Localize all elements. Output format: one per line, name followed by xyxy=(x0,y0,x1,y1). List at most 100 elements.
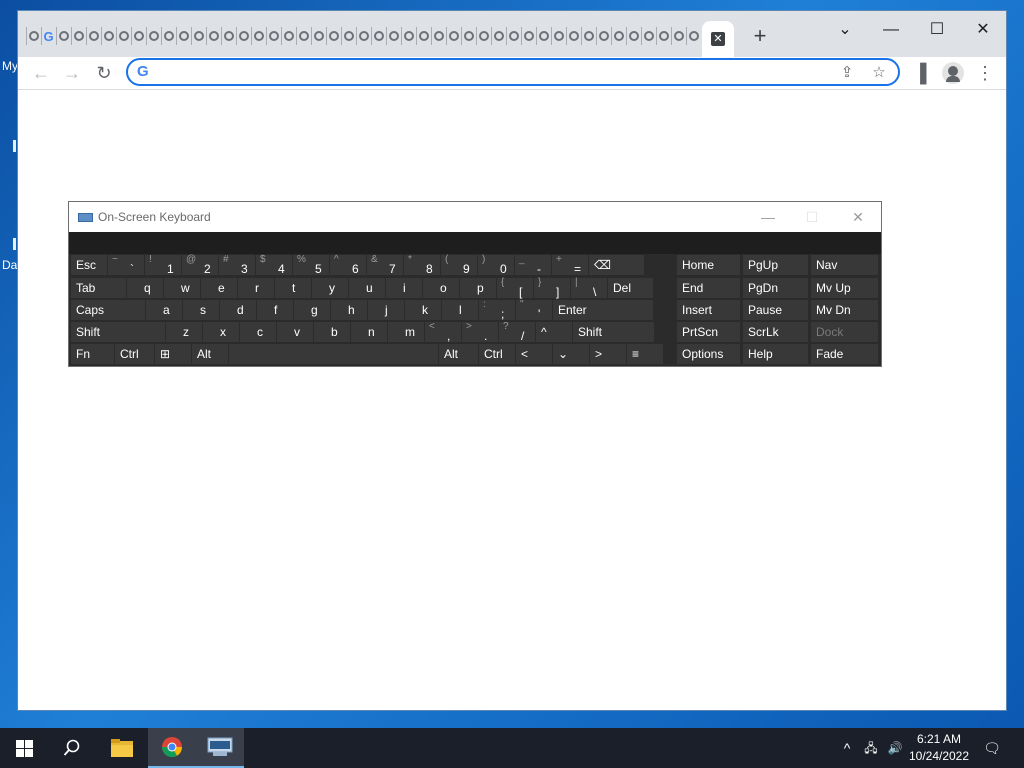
share-icon[interactable]: ⇪ xyxy=(836,63,858,83)
tab[interactable] xyxy=(326,27,340,45)
key-enter[interactable]: Enter xyxy=(553,300,653,320)
taskbar-chrome[interactable] xyxy=(148,728,196,768)
key-j[interactable]: j xyxy=(368,300,404,320)
key-tab[interactable]: Tab xyxy=(71,278,126,298)
key-v[interactable]: v xyxy=(277,322,313,342)
tab[interactable] xyxy=(221,27,235,45)
key-fn[interactable]: Fn xyxy=(71,344,114,364)
key-n[interactable]: n xyxy=(351,322,387,342)
key-5[interactable]: % 5 xyxy=(293,254,329,276)
key-,[interactable]: <, xyxy=(425,321,461,343)
key-del[interactable]: Del xyxy=(608,278,653,298)
key-prtscn[interactable]: PrtScn xyxy=(677,322,740,342)
profile-avatar[interactable] xyxy=(942,62,964,84)
network-icon[interactable]: 🖧 xyxy=(860,728,882,768)
key-6[interactable]: ^ 6 xyxy=(330,254,366,276)
tab[interactable] xyxy=(236,27,250,45)
tab[interactable] xyxy=(581,27,595,45)
bookmark-star-icon[interactable]: ☆ xyxy=(868,63,890,83)
key-space[interactable] xyxy=(229,344,438,364)
key-;[interactable]: :; xyxy=(479,299,515,321)
tab[interactable] xyxy=(566,27,580,45)
key-1[interactable]: ! 1 xyxy=(145,254,181,276)
key-t[interactable]: t xyxy=(275,278,311,298)
tab[interactable] xyxy=(641,27,655,45)
taskbar-on-screen-keyboard[interactable] xyxy=(196,728,244,768)
tab[interactable] xyxy=(356,27,370,45)
key-<[interactable]: < xyxy=(516,344,552,364)
key-\[interactable]: | \ xyxy=(571,277,607,299)
key-2[interactable]: @2 xyxy=(182,254,218,276)
key-ctrl[interactable]: Ctrl xyxy=(115,344,154,364)
tab[interactable] xyxy=(431,27,445,45)
tab[interactable] xyxy=(131,27,145,45)
key-r[interactable]: r xyxy=(238,278,274,298)
key-w[interactable]: w xyxy=(164,278,200,298)
menu-icon[interactable]: ⋮ xyxy=(971,61,999,85)
tray-chevron-icon[interactable]: ^ xyxy=(838,728,856,768)
key-i[interactable]: i xyxy=(386,278,422,298)
key-q[interactable]: q xyxy=(127,278,163,298)
reload-button[interactable]: ↻ xyxy=(90,61,118,85)
key-b[interactable]: b xyxy=(314,322,350,342)
key-dock[interactable]: Dock xyxy=(811,322,878,342)
key-mv-up[interactable]: Mv Up xyxy=(811,278,878,298)
tab[interactable] xyxy=(506,27,520,45)
tab[interactable] xyxy=(536,27,550,45)
key-.[interactable]: >. xyxy=(462,321,498,343)
key-g[interactable]: g xyxy=(294,300,330,320)
address-input[interactable] xyxy=(160,63,800,81)
key-/[interactable]: ? / xyxy=(499,321,535,343)
key-pause[interactable]: Pause xyxy=(743,300,808,320)
tab[interactable] xyxy=(371,27,385,45)
clock-time[interactable]: 6:21 AM xyxy=(906,732,972,746)
key-8[interactable]: * 8 xyxy=(404,254,440,276)
tab[interactable] xyxy=(671,27,685,45)
key-^[interactable]: ^ xyxy=(536,322,572,342)
osk-close-button[interactable]: ✕ xyxy=(845,207,871,227)
key-options[interactable]: Options xyxy=(677,344,740,364)
key-alt[interactable]: Alt xyxy=(439,344,478,364)
desktop-icon-label[interactable]: My xyxy=(2,59,18,73)
tab[interactable]: G xyxy=(41,27,55,45)
key-⊞[interactable]: ⊞ xyxy=(155,344,191,364)
tab-search-chevron-icon[interactable]: ⌄ xyxy=(822,15,868,45)
desktop-icon-fragment[interactable] xyxy=(13,238,16,250)
tab[interactable] xyxy=(191,27,205,45)
tab[interactable] xyxy=(296,27,310,45)
tab[interactable] xyxy=(401,27,415,45)
key-y[interactable]: y xyxy=(312,278,348,298)
key-0[interactable]: ) 0 xyxy=(478,254,514,276)
side-panel-icon[interactable]: ▐ xyxy=(906,61,934,85)
key-scrlk[interactable]: ScrLk xyxy=(743,322,808,342)
tab[interactable] xyxy=(161,27,175,45)
volume-icon[interactable]: 🔊 xyxy=(884,728,906,768)
key-7[interactable]: & 7 xyxy=(367,254,403,276)
key-≡[interactable]: ≡ xyxy=(627,344,663,364)
key-shift[interactable]: Shift xyxy=(573,322,654,342)
key-insert[interactable]: Insert xyxy=(677,300,740,320)
start-button[interactable] xyxy=(0,728,48,768)
tab[interactable] xyxy=(386,27,400,45)
key-pgdn[interactable]: PgDn xyxy=(743,278,808,298)
tab-close-icon[interactable]: ✕ xyxy=(711,32,725,46)
key-nav[interactable]: Nav xyxy=(811,255,878,275)
osk-minimize-button[interactable]: — xyxy=(755,207,781,227)
key-9[interactable]: (9 xyxy=(441,254,477,276)
key-shift[interactable]: Shift xyxy=(71,322,165,342)
key-pgup[interactable]: PgUp xyxy=(743,255,808,275)
key-u[interactable]: u xyxy=(349,278,385,298)
osk-maximize-button[interactable]: ☐ xyxy=(799,207,825,227)
key-k[interactable]: k xyxy=(405,300,441,320)
key-o[interactable]: o xyxy=(423,278,459,298)
key-d[interactable]: d xyxy=(220,300,256,320)
tab[interactable] xyxy=(521,27,535,45)
taskbar-file-explorer[interactable] xyxy=(98,728,146,768)
key-e[interactable]: e xyxy=(201,278,237,298)
tab[interactable] xyxy=(491,27,505,45)
tab[interactable] xyxy=(206,27,220,45)
key-fade[interactable]: Fade xyxy=(811,344,878,364)
key-][interactable]: }] xyxy=(534,277,570,299)
key-alt[interactable]: Alt xyxy=(192,344,228,364)
key-=[interactable]: + = xyxy=(552,254,588,276)
